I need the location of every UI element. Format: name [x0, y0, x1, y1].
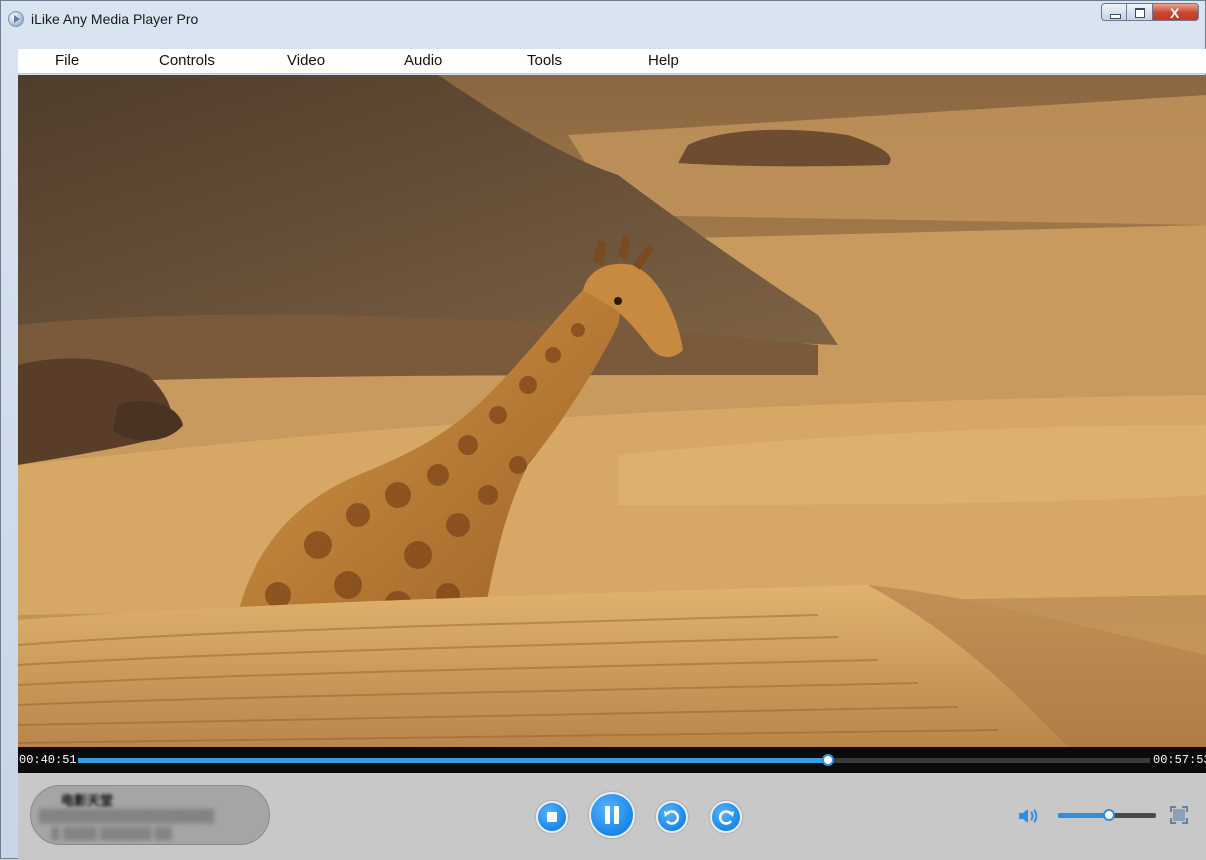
media-info-panel: 电影天堂 ▒▒▒▒▒▒▒▒▒▒▒▒▒▒▒▒▒▒▒ ▒ ▒▒▒▒ ▒▒▒▒▒▒ ▒…: [30, 785, 270, 845]
volume-level: [1058, 813, 1109, 818]
elapsed-time: 00:40:51: [19, 753, 77, 767]
menu-controls[interactable]: Controls: [159, 52, 215, 69]
pause-button[interactable]: [589, 792, 635, 838]
app-window: iLike Any Media Player Pro X File Contro…: [0, 0, 1206, 860]
app-logo-icon: [8, 11, 24, 27]
pause-icon: [605, 806, 619, 824]
total-time: 00:57:53: [1153, 753, 1206, 767]
volume-handle[interactable]: [1102, 809, 1115, 821]
media-subtitle: ▒▒▒▒▒▒▒▒▒▒▒▒▒▒▒▒▒▒▒: [39, 808, 214, 823]
maximize-icon: [1135, 8, 1145, 18]
video-display[interactable]: [18, 75, 1206, 747]
rewind-button[interactable]: [656, 801, 688, 833]
menu-audio[interactable]: Audio: [404, 52, 442, 69]
speaker-icon[interactable]: [1017, 805, 1039, 827]
forward-button[interactable]: [710, 801, 742, 833]
stop-icon: [547, 812, 557, 822]
minimize-button[interactable]: [1101, 3, 1127, 21]
media-title: 电影天堂: [61, 793, 114, 808]
volume-slider[interactable]: [1058, 809, 1156, 821]
menu-help[interactable]: Help: [648, 52, 679, 69]
close-button[interactable]: X: [1153, 3, 1199, 21]
seek-bar: 00:40:51 00:57:53: [18, 747, 1206, 773]
forward-icon: [718, 810, 734, 825]
seek-track[interactable]: [78, 754, 1150, 766]
menu-file[interactable]: File: [55, 52, 79, 69]
close-icon: X: [1170, 5, 1180, 21]
video-frame-giraffe-desert: [18, 75, 1206, 747]
fullscreen-icon[interactable]: [1170, 806, 1188, 824]
stop-button[interactable]: [536, 801, 568, 833]
menu-bar: File Controls Video Audio Tools Help: [18, 49, 1206, 74]
maximize-button[interactable]: [1127, 3, 1153, 21]
rewind-icon: [664, 810, 680, 825]
media-details: ▒ ▒▒▒▒ ▒▒▒▒▒▒ ▒▒: [51, 826, 172, 840]
control-bar: 电影天堂 ▒▒▒▒▒▒▒▒▒▒▒▒▒▒▒▒▒▒▒ ▒ ▒▒▒▒ ▒▒▒▒▒▒ ▒…: [18, 773, 1206, 860]
seek-handle[interactable]: [822, 754, 835, 766]
title-bar[interactable]: iLike Any Media Player Pro X: [1, 1, 1205, 45]
menu-tools[interactable]: Tools: [527, 52, 562, 69]
window-title: iLike Any Media Player Pro: [31, 11, 199, 27]
window-controls: X: [1101, 3, 1199, 25]
seek-progress: [78, 758, 829, 763]
minimize-icon: [1110, 14, 1121, 19]
menu-video[interactable]: Video: [287, 52, 325, 69]
